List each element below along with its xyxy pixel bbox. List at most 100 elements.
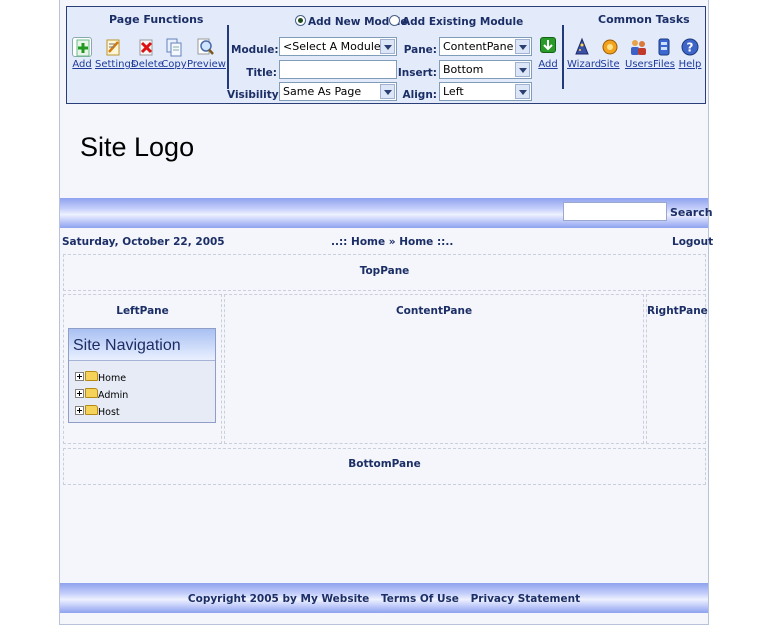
common-tasks-title: Common Tasks <box>598 13 690 26</box>
add-existing-module-label: Add Existing Module <box>402 16 524 28</box>
page-delete-tool[interactable]: Delete <box>131 37 164 70</box>
chevron-down-icon[interactable] <box>380 84 395 99</box>
align-select[interactable]: Left <box>439 82 532 101</box>
insert-label: Insert: <box>397 67 437 79</box>
copyright-text: Copyright 2005 by My Website <box>187 593 370 605</box>
content-pane: ContentPane <box>224 294 644 444</box>
footer-bar: Copyright 2005 by My Website Terms Of Us… <box>60 583 708 613</box>
expand-plus-icon[interactable] <box>75 389 84 398</box>
separator <box>227 25 229 89</box>
header-bar: Search <box>60 198 713 228</box>
add-existing-module-radio[interactable]: Add Existing Module <box>389 15 523 28</box>
align-select-value: Left <box>443 85 464 98</box>
wizard-label[interactable]: Wizard <box>567 59 601 70</box>
settings-icon <box>103 37 123 57</box>
help-label[interactable]: Help <box>678 59 702 70</box>
breadcrumb-separator: » <box>388 236 396 248</box>
page-add-tool[interactable]: Add <box>71 37 93 70</box>
top-pane: TopPane <box>63 254 706 291</box>
right-pane-title: RightPane <box>647 305 708 317</box>
visibility-label: Visibility: <box>227 89 283 101</box>
chevron-down-icon[interactable] <box>515 84 530 99</box>
help-icon: ? <box>680 37 700 57</box>
visibility-select-value: Same As Page <box>283 85 362 98</box>
site-tool[interactable]: Site <box>599 37 621 70</box>
wizard-tool[interactable]: Wizard <box>567 37 601 70</box>
nav-item-admin[interactable]: Admin <box>75 388 128 401</box>
page-delete-label[interactable]: Delete <box>131 59 164 70</box>
breadcrumb: ..:: Home » Home ::.. <box>331 236 453 248</box>
chevron-down-icon[interactable] <box>515 39 530 54</box>
site-logo[interactable]: Site Logo <box>80 132 194 163</box>
expand-plus-icon[interactable] <box>75 406 84 415</box>
privacy-statement-link[interactable]: Privacy Statement <box>471 593 581 605</box>
page-add-label[interactable]: Add <box>71 59 93 70</box>
footer-links: Copyright 2005 by My Website Terms Of Us… <box>60 593 708 605</box>
site-icon <box>600 37 620 57</box>
breadcrumb-current-link[interactable]: Home <box>399 236 433 248</box>
page-functions-title: Page Functions <box>109 13 204 26</box>
align-label: Align: <box>402 89 437 101</box>
search-button[interactable]: Search <box>670 206 713 219</box>
folder-icon <box>85 388 98 398</box>
right-pane: RightPane <box>646 294 708 444</box>
pane-select-value: ContentPane <box>443 40 514 53</box>
files-icon <box>654 37 674 57</box>
radio-selected-icon <box>295 15 306 26</box>
title-label: Title: <box>246 67 277 79</box>
folder-icon <box>85 371 98 381</box>
wizard-icon <box>572 37 592 57</box>
nav-item-label[interactable]: Home <box>98 373 126 384</box>
terms-of-use-link[interactable]: Terms Of Use <box>381 593 459 605</box>
nav-item-label[interactable]: Admin <box>98 390 128 401</box>
module-select-value: <Select A Module> <box>283 40 390 53</box>
page-preview-tool[interactable]: Preview <box>187 37 226 70</box>
page-preview-label[interactable]: Preview <box>187 59 226 70</box>
site-label[interactable]: Site <box>599 59 621 70</box>
page-copy-tool[interactable]: Copy <box>161 37 187 70</box>
expand-plus-icon[interactable] <box>75 372 84 381</box>
chevron-down-icon[interactable] <box>515 62 530 77</box>
module-label: Module: <box>231 44 279 56</box>
logout-link[interactable]: Logout <box>672 236 713 248</box>
chevron-down-icon[interactable] <box>380 39 395 54</box>
files-label[interactable]: Files <box>653 59 675 70</box>
users-label[interactable]: Users <box>625 59 653 70</box>
add-page-icon <box>72 37 92 57</box>
breadcrumb-prefix: ..:: <box>331 236 348 248</box>
breadcrumb-suffix: ::.. <box>436 236 454 248</box>
folder-icon <box>85 405 98 415</box>
page-settings-label[interactable]: Settings <box>95 59 136 70</box>
nav-item-host[interactable]: Host <box>75 405 120 418</box>
left-pane-title: LeftPane <box>116 305 169 317</box>
insert-select-value: Bottom <box>443 63 484 76</box>
site-navigation-title: Site Navigation <box>69 329 215 361</box>
insert-select[interactable]: Bottom <box>439 60 532 79</box>
search-input[interactable] <box>563 202 667 221</box>
add-module-button[interactable]: Add <box>537 37 559 70</box>
nav-item-home[interactable]: Home <box>75 371 126 384</box>
users-icon <box>628 37 648 57</box>
help-tool[interactable]: ? Help <box>678 37 702 70</box>
breadcrumb-home-link[interactable]: Home <box>351 236 385 248</box>
module-select[interactable]: <Select A Module> <box>279 37 397 56</box>
files-tool[interactable]: Files <box>653 37 675 70</box>
top-pane-title: TopPane <box>359 265 410 277</box>
add-module-label[interactable]: Add <box>537 59 559 70</box>
page-copy-label[interactable]: Copy <box>161 59 187 70</box>
visibility-select[interactable]: Same As Page <box>279 82 397 101</box>
bottom-pane: BottomPane <box>63 448 706 485</box>
separator <box>562 25 564 89</box>
svg-text:?: ? <box>687 41 694 55</box>
pane-select[interactable]: ContentPane <box>439 37 532 56</box>
users-tool[interactable]: Users <box>625 37 653 70</box>
page-settings-tool[interactable]: Settings <box>95 37 136 70</box>
arrow-down-icon <box>540 37 556 53</box>
page: Page Functions Add Settings Delete Copy <box>59 0 713 625</box>
current-date: Saturday, October 22, 2005 <box>62 236 225 248</box>
delete-icon <box>136 37 156 57</box>
site-navigation-module: Site Navigation Home Admin Host <box>68 328 216 423</box>
pane-label: Pane: <box>403 44 437 56</box>
title-input[interactable] <box>279 60 397 79</box>
nav-item-label[interactable]: Host <box>98 407 120 418</box>
